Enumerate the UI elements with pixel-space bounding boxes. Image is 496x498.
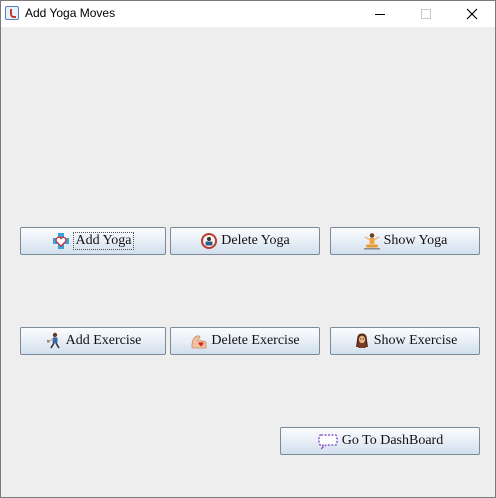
delete-yoga-button[interactable]: Delete Yoga [170, 227, 320, 255]
add-yoga-button[interactable]: Add Yoga [20, 227, 166, 255]
first-aid-heart-icon [53, 233, 70, 249]
person-badge-icon [201, 233, 218, 249]
java-app-icon [5, 6, 19, 20]
title-bar[interactable]: Add Yoga Moves [1, 1, 495, 27]
show-exercise-button[interactable]: Show Exercise [330, 327, 480, 355]
show-yoga-button[interactable]: Show Yoga [330, 227, 480, 255]
person-portrait-icon [355, 333, 368, 348]
show-yoga-label: Show Yoga [383, 233, 448, 248]
go-to-dashboard-button[interactable]: Go To DashBoard [280, 427, 480, 455]
go-to-dashboard-label: Go To DashBoard [341, 433, 444, 448]
show-exercise-label: Show Exercise [373, 333, 458, 348]
yoga-pose-icon [363, 233, 380, 250]
runner-icon [46, 332, 60, 349]
flexed-arm-heart-icon [191, 335, 207, 349]
add-exercise-button[interactable]: Add Exercise [20, 327, 166, 355]
content-panel: Add Yoga Delete Yoga Show Yoga Add Exerc… [1, 27, 495, 497]
maximize-button[interactable] [403, 1, 449, 27]
delete-yoga-label: Delete Yoga [221, 233, 290, 248]
speech-bubble-icon [318, 434, 338, 450]
close-button[interactable] [449, 1, 495, 27]
add-yoga-label: Add Yoga [73, 232, 134, 250]
delete-exercise-label: Delete Exercise [211, 333, 300, 348]
close-icon [466, 8, 478, 20]
add-exercise-label: Add Exercise [65, 333, 142, 348]
window-title: Add Yoga Moves [25, 6, 116, 20]
minimize-button[interactable] [357, 1, 403, 27]
app-window: Add Yoga Moves Add Yoga Delete Yoga Show… [0, 0, 496, 498]
delete-exercise-button[interactable]: Delete Exercise [170, 327, 320, 355]
